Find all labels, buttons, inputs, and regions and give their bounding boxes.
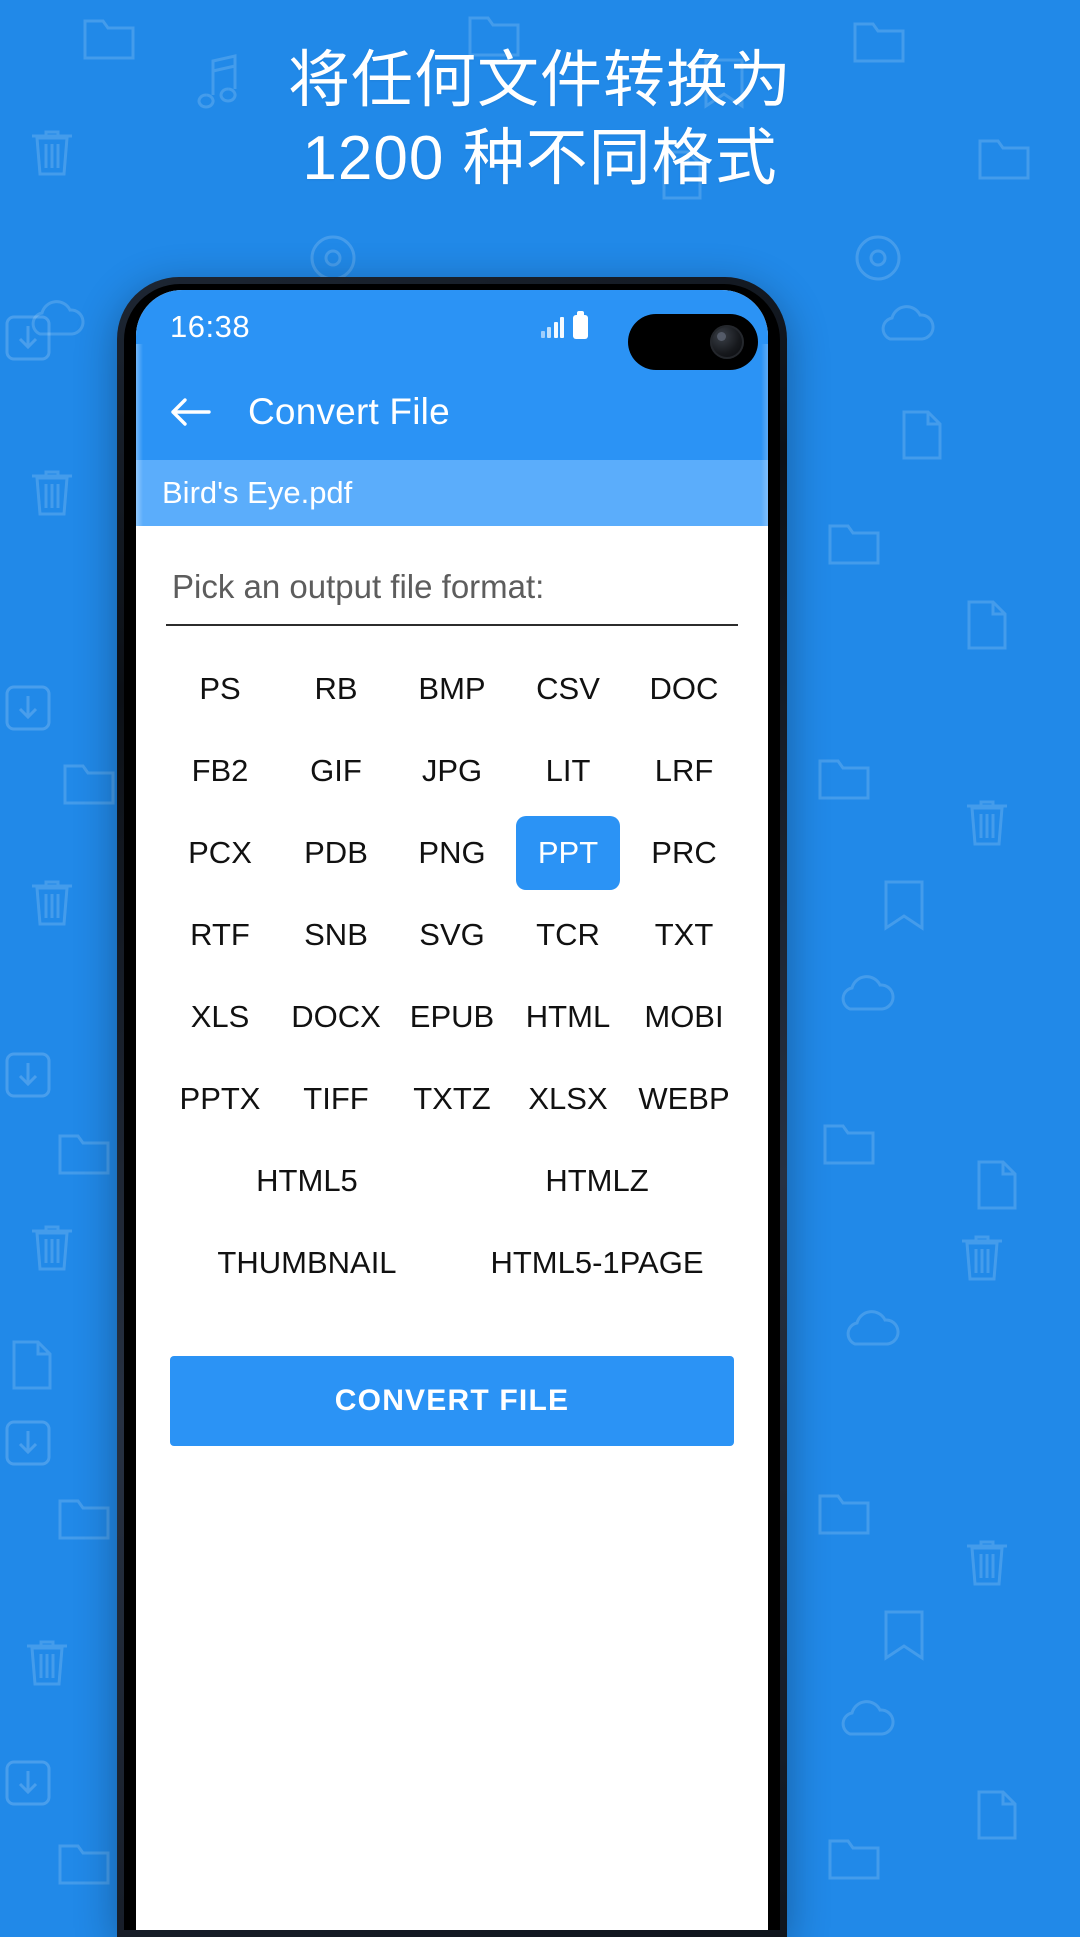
page-title: Convert File — [248, 391, 450, 432]
format-option-prc[interactable]: PRC — [632, 816, 736, 890]
format-option-webp[interactable]: WEBP — [632, 1062, 736, 1136]
format-option-pptx[interactable]: PPTX — [168, 1062, 272, 1136]
format-option-tcr[interactable]: TCR — [516, 898, 620, 972]
format-option-snb[interactable]: SNB — [284, 898, 388, 972]
format-option-epub[interactable]: EPUB — [400, 980, 504, 1054]
format-option-rb[interactable]: RB — [284, 652, 388, 726]
battery-full-icon — [573, 311, 588, 339]
arrow-left-icon[interactable] — [164, 386, 216, 438]
format-option-html[interactable]: HTML — [516, 980, 620, 1054]
format-option-thumbnail[interactable]: THUMBNAIL — [168, 1226, 446, 1300]
selected-file-name: Bird's Eye.pdf — [162, 475, 353, 510]
format-grid-secondary: HTML5 HTMLZ THUMBNAIL HTML5-1PAGE — [162, 1140, 742, 1304]
phone-screen: 16:38 Convert File Bird's Eye.pdf Pick a… — [136, 290, 768, 1930]
convert-button-wrap: CONVERT FILE — [162, 1304, 742, 1446]
format-option-lrf[interactable]: LRF — [632, 734, 736, 808]
promo-headline-line2: 1200 种不同格式 — [302, 123, 778, 193]
format-option-htmlz[interactable]: HTMLZ — [458, 1144, 736, 1218]
format-option-gif[interactable]: GIF — [284, 734, 388, 808]
format-option-html5-1page[interactable]: HTML5-1PAGE — [458, 1226, 736, 1300]
app-bar: Convert File — [136, 364, 768, 460]
pick-format-label: Pick an output file format: — [166, 526, 738, 626]
content-area: Pick an output file format: PS RB BMP CSV DO… — [136, 526, 768, 1446]
format-option-ppt[interactable]: PPT — [516, 816, 620, 890]
format-option-ps[interactable]: PS — [168, 652, 272, 726]
format-option-tiff[interactable]: TIFF — [284, 1062, 388, 1136]
format-grid-primary: PS RB BMP CSV DOC FB2 GIF JPG LIT LRF PCX PDB PNG PPT… — [162, 648, 742, 1140]
camera-lens-icon — [710, 325, 744, 359]
format-option-lit[interactable]: LIT — [516, 734, 620, 808]
format-option-txtz[interactable]: TXTZ — [400, 1062, 504, 1136]
format-option-mobi[interactable]: MOBI — [632, 980, 736, 1054]
format-option-html5[interactable]: HTML5 — [168, 1144, 446, 1218]
format-option-pcx[interactable]: PCX — [168, 816, 272, 890]
format-option-xlsx[interactable]: XLSX — [516, 1062, 620, 1136]
phone-mockup: 16:38 Convert File Bird's Eye.pdf Pick a… — [117, 277, 787, 1937]
status-time: 16:38 — [170, 309, 251, 344]
format-option-doc[interactable]: DOC — [632, 652, 736, 726]
format-option-pdb[interactable]: PDB — [284, 816, 388, 890]
format-option-bmp[interactable]: BMP — [400, 652, 504, 726]
format-option-rtf[interactable]: RTF — [168, 898, 272, 972]
phone-bezel: 16:38 Convert File Bird's Eye.pdf Pick a… — [124, 284, 780, 1930]
format-option-docx[interactable]: DOCX — [284, 980, 388, 1054]
format-option-png[interactable]: PNG — [400, 816, 504, 890]
format-option-jpg[interactable]: JPG — [400, 734, 504, 808]
selected-file-bar: Bird's Eye.pdf — [136, 460, 768, 526]
convert-file-button[interactable]: CONVERT FILE — [170, 1356, 734, 1446]
signal-bars-icon — [540, 316, 564, 338]
format-option-fb2[interactable]: FB2 — [168, 734, 272, 808]
punch-hole-camera — [628, 314, 758, 370]
format-option-xls[interactable]: XLS — [168, 980, 272, 1054]
format-option-csv[interactable]: CSV — [516, 652, 620, 726]
promo-headline-line1: 将任何文件转换为 — [287, 46, 792, 115]
format-option-svg[interactable]: SVG — [400, 898, 504, 972]
promo-headline: 将任何文件转换为 1200 种不同格式 — [0, 42, 1080, 197]
format-option-txt[interactable]: TXT — [632, 898, 736, 972]
